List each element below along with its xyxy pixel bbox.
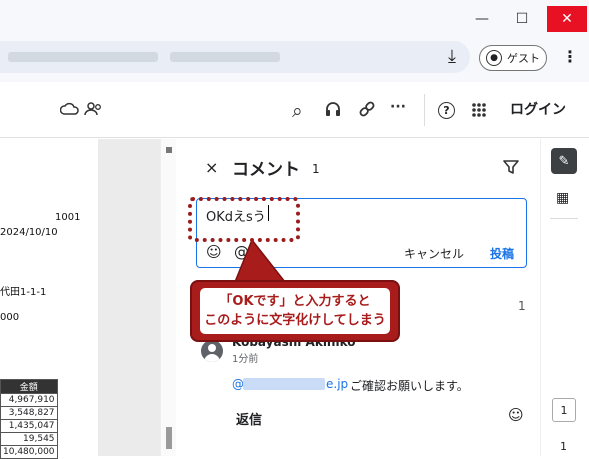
document-gutter xyxy=(98,139,160,456)
guest-label: ゲスト xyxy=(507,52,540,65)
highlight-box xyxy=(188,197,300,242)
emoji-icon[interactable]: ☺ xyxy=(206,243,222,261)
table-cell: 3,548,827 xyxy=(0,406,58,420)
comment-count: 1 xyxy=(312,162,320,176)
avatar xyxy=(201,340,223,362)
maximize-button[interactable]: ☐ xyxy=(502,6,542,32)
scroll-up-arrow[interactable] xyxy=(166,147,172,153)
document-scrollbar[interactable] xyxy=(160,139,176,456)
search-icon[interactable]: ⌕ xyxy=(292,100,303,122)
amount-table: 金額 4,967,910 3,548,827 1,435,047 19,545 … xyxy=(0,379,58,459)
help-icon[interactable]: ? xyxy=(438,102,455,119)
thread-count: 1 xyxy=(518,299,526,313)
mention-icon[interactable]: @ xyxy=(234,243,249,261)
mention-suffix[interactable]: e.jp xyxy=(326,377,348,391)
login-button[interactable]: ログイン xyxy=(510,99,566,119)
doc-date: 2024/10/10 xyxy=(0,227,58,238)
callout-line-1: 「OKです」と入力すると xyxy=(219,294,371,309)
table-cell: 19,545 xyxy=(0,432,58,446)
doc-address: 代田1-1-1 xyxy=(0,287,47,298)
callout-line-2: このように文字化けしてしまう xyxy=(204,313,386,328)
link-icon[interactable] xyxy=(358,100,376,118)
guest-profile-button[interactable]: ● ゲスト xyxy=(479,45,547,71)
blurred-email xyxy=(243,378,325,390)
page-number-total: 1 xyxy=(560,440,567,453)
blurred-url xyxy=(8,52,158,62)
add-reaction-icon[interactable]: ☺ xyxy=(508,406,524,424)
table-cell: 4,967,910 xyxy=(0,393,58,407)
browser-menu-icon[interactable]: ⋮ xyxy=(562,47,578,66)
window-close-button[interactable]: ✕ xyxy=(547,6,587,32)
close-icon[interactable]: × xyxy=(205,158,218,177)
table-cell: 10,480,000 xyxy=(0,445,58,459)
comment-timestamp: 1分前 xyxy=(232,354,259,365)
comment-panel-title: コメント xyxy=(232,160,300,180)
profile-icon: ● xyxy=(486,50,502,66)
page-number-current[interactable]: 1 xyxy=(552,398,576,422)
filter-icon[interactable] xyxy=(502,158,520,176)
cloud-icon xyxy=(60,102,79,115)
rail-divider xyxy=(550,218,578,219)
address-bar[interactable] xyxy=(0,41,470,73)
download-icon[interactable]: ⤓ xyxy=(448,46,456,67)
headset-icon[interactable] xyxy=(324,100,342,118)
table-header: 金額 xyxy=(0,379,58,394)
comment-message: ご確認お願いします。 xyxy=(350,379,469,393)
doc-code: 000 xyxy=(0,312,20,323)
scroll-thumb[interactable] xyxy=(166,427,172,449)
minimize-button[interactable]: — xyxy=(462,6,502,32)
thumbnail-grid-icon[interactable]: ▦ xyxy=(556,190,569,206)
toolbar-divider xyxy=(424,94,425,126)
table-cell: 1,435,047 xyxy=(0,419,58,433)
cancel-button[interactable]: キャンセル xyxy=(404,245,464,262)
post-button[interactable]: 投稿 xyxy=(490,245,514,262)
doc-number: 1001 xyxy=(55,212,81,223)
cloud-people-icons xyxy=(60,102,101,116)
share-people-icon[interactable] xyxy=(84,102,101,116)
blurred-url xyxy=(170,52,280,62)
apps-grid-icon[interactable] xyxy=(471,102,487,118)
callout-box: 「OKです」と入力すると このように文字化けしてしまう xyxy=(190,280,400,342)
reply-button[interactable]: 返信 xyxy=(236,409,262,428)
more-options-icon[interactable]: ··· xyxy=(390,99,406,115)
comment-toggle-icon[interactable]: ✎ xyxy=(551,148,577,174)
